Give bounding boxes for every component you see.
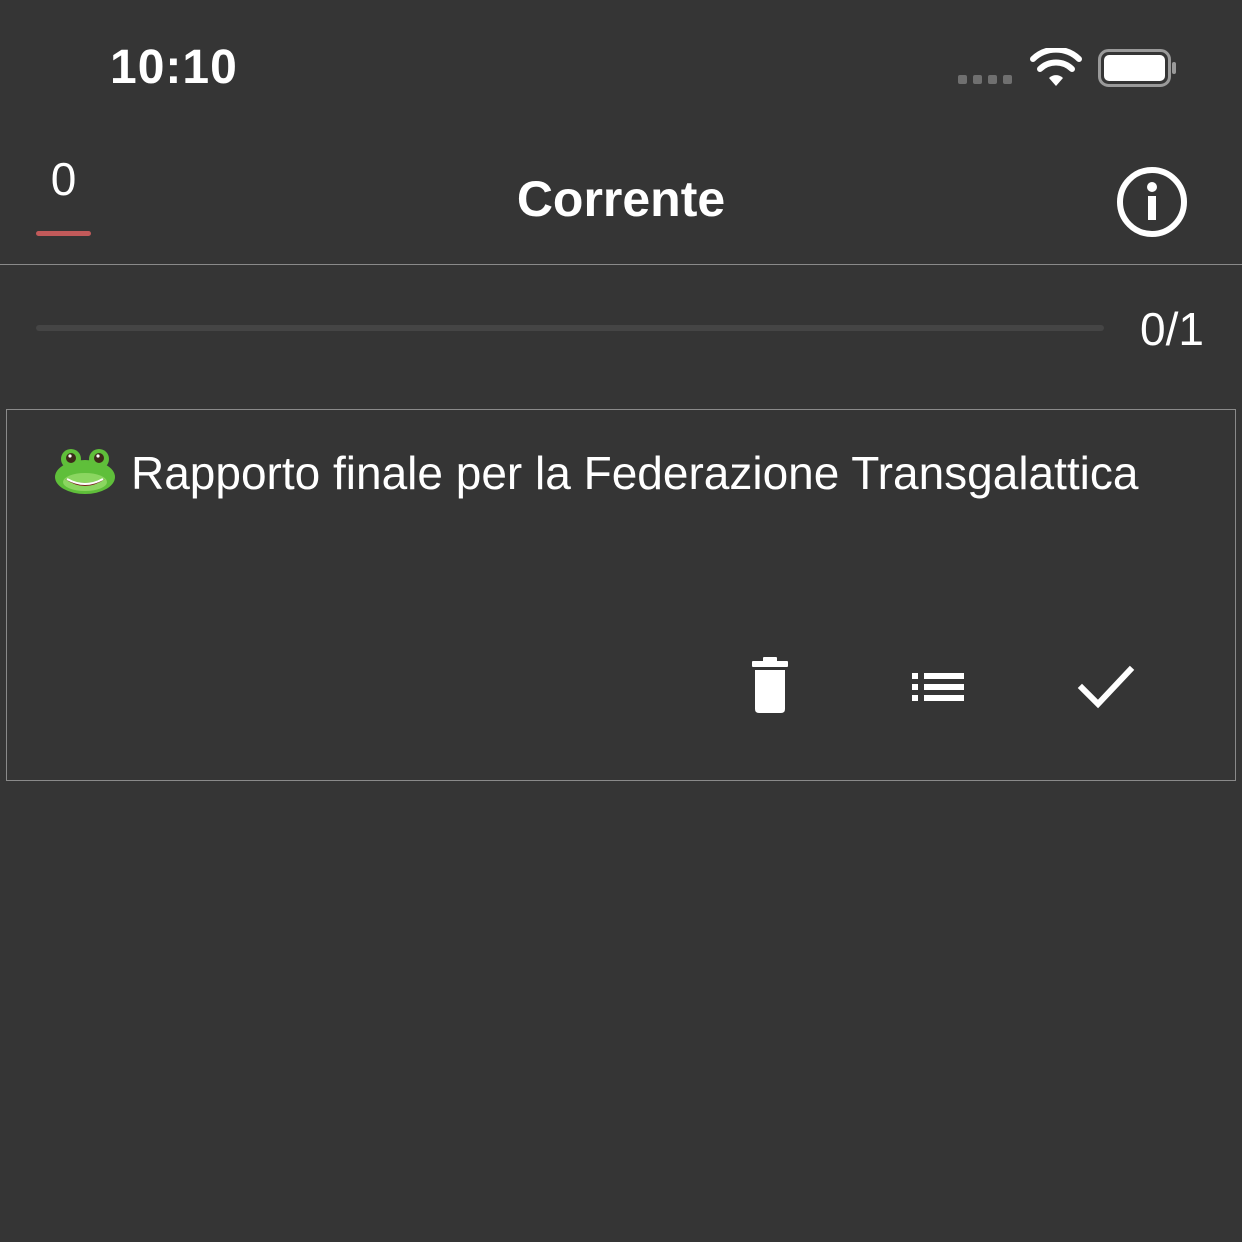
wifi-icon [1030,48,1082,86]
app-screen: 10:10 0 Corrente 0/1 Rapporto finale per… [0,0,1242,1242]
page-title: Corrente [516,171,726,227]
list-icon [912,673,964,701]
signal-icon [958,75,1012,84]
task-title-row: Rapporto finale per la Federazione Trans… [53,444,1153,502]
task-title: Rapporto finale per la Federazione Trans… [131,447,1139,499]
progress-label: 0/1 [1140,303,1204,355]
info-button[interactable] [1116,166,1188,238]
score-underline [36,231,91,236]
task-card[interactable]: Rapporto finale per la Federazione Trans… [6,409,1236,781]
trash-icon [752,657,788,713]
status-time: 10:10 [110,41,238,94]
info-icon [1117,167,1187,237]
battery-icon [1098,49,1176,87]
progress-bar [36,325,1104,331]
details-button[interactable] [906,655,970,719]
checkmark-icon [1077,665,1135,709]
complete-button[interactable] [1074,655,1138,719]
delete-button[interactable] [738,655,802,719]
status-bar: 10:10 [0,0,1242,130]
nav-bar: 0 Corrente [0,130,1242,265]
frog-icon [55,449,115,494]
